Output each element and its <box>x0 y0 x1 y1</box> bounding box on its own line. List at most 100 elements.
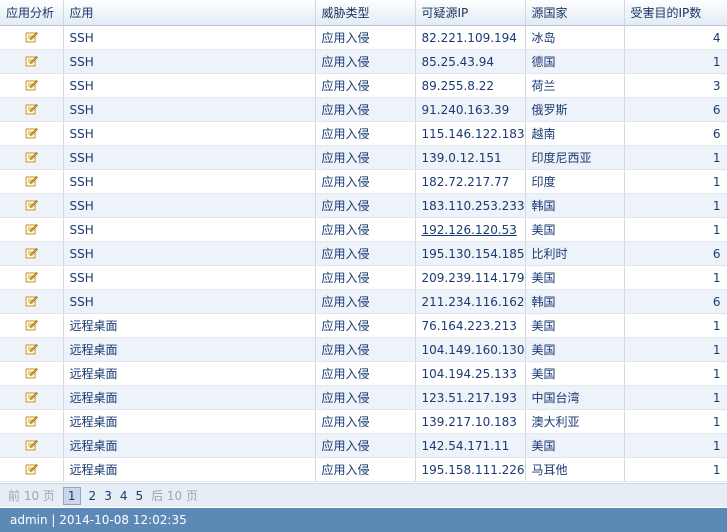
source-ip-text: 209.239.114.179 <box>421 270 525 285</box>
analysis-cell <box>0 241 64 266</box>
source-country-cell: 美国 <box>525 265 625 290</box>
source-country-cell: 美国 <box>525 313 625 338</box>
edit-analysis-icon[interactable] <box>25 318 38 334</box>
victim-count-cell: 4 <box>624 25 727 50</box>
edit-analysis-icon[interactable] <box>25 438 38 454</box>
page-5[interactable]: 5 <box>135 489 143 503</box>
table-row: SSH 应用入侵 183.110.253.233 韩国 1 <box>0 193 727 218</box>
edit-analysis-icon[interactable] <box>25 366 38 382</box>
source-ip-cell: 142.54.171.11 <box>415 433 526 458</box>
page-4[interactable]: 4 <box>120 489 128 503</box>
threat-type-cell: 应用入侵 <box>315 73 416 98</box>
threat-type-cell: 应用入侵 <box>315 361 416 386</box>
source-ip-cell: 82.221.109.194 <box>415 25 526 50</box>
col-header-source-ip[interactable]: 可疑源IP <box>415 0 526 26</box>
analysis-cell <box>0 265 64 290</box>
table-row: SSH 应用入侵 89.255.8.22 荷兰 3 <box>0 73 727 98</box>
source-ip-text: 142.54.171.11 <box>421 438 510 453</box>
col-header-victim-count[interactable]: 受害目的IP数 <box>624 0 727 26</box>
analysis-cell <box>0 289 64 314</box>
threat-type-cell: 应用入侵 <box>315 145 416 170</box>
edit-analysis-icon[interactable] <box>25 390 38 406</box>
table-header-row: 应用分析 应用 威胁类型 可疑源IP 源国家 受害目的IP数 <box>0 0 727 26</box>
victim-count-cell: 1 <box>624 169 727 194</box>
analysis-cell <box>0 73 64 98</box>
victim-count-cell: 1 <box>624 145 727 170</box>
victim-count-cell: 6 <box>624 241 727 266</box>
threat-type-cell: 应用入侵 <box>315 433 416 458</box>
status-text: admin | 2014-10-08 12:02:35 <box>10 513 187 527</box>
source-ip-link[interactable]: 192.126.120.53 <box>422 223 517 237</box>
threat-type-cell: 应用入侵 <box>315 121 416 146</box>
edit-analysis-icon[interactable] <box>25 150 38 166</box>
source-ip-text: 182.72.217.77 <box>421 174 510 189</box>
table-row: SSH 应用入侵 182.72.217.77 印度 1 <box>0 169 727 194</box>
edit-analysis-icon[interactable] <box>25 222 38 238</box>
source-country-cell: 马耳他 <box>525 457 625 482</box>
table-row: SSH 应用入侵 209.239.114.179 美国 1 <box>0 265 727 290</box>
edit-analysis-icon[interactable] <box>25 342 38 358</box>
source-country-cell: 德国 <box>525 49 625 74</box>
victim-count-cell: 1 <box>624 49 727 74</box>
app-cell: SSH <box>63 289 316 314</box>
edit-analysis-icon[interactable] <box>25 270 38 286</box>
app-cell: SSH <box>63 121 316 146</box>
victim-count-cell: 1 <box>624 193 727 218</box>
edit-analysis-icon[interactable] <box>25 54 38 70</box>
edit-analysis-icon[interactable] <box>25 174 38 190</box>
edit-analysis-icon[interactable] <box>25 78 38 94</box>
threat-type-cell: 应用入侵 <box>315 289 416 314</box>
app-cell: SSH <box>63 97 316 122</box>
victim-count-cell: 1 <box>624 433 727 458</box>
col-header-threat-type[interactable]: 威胁类型 <box>315 0 416 26</box>
app-cell: SSH <box>63 265 316 290</box>
pagination: 前 10 页 1 2 3 4 5 后 10 页 <box>0 483 727 507</box>
col-header-analysis[interactable]: 应用分析 <box>0 0 64 26</box>
source-country-cell: 荷兰 <box>525 73 625 98</box>
analysis-cell <box>0 169 64 194</box>
source-country-cell: 美国 <box>525 361 625 386</box>
source-ip-cell: 195.158.111.226 <box>415 457 526 482</box>
source-country-cell: 美国 <box>525 217 625 242</box>
edit-analysis-icon[interactable] <box>25 462 38 478</box>
page-2[interactable]: 2 <box>89 489 97 503</box>
victim-count-cell: 1 <box>624 409 727 434</box>
col-header-source-country[interactable]: 源国家 <box>525 0 625 26</box>
analysis-cell <box>0 385 64 410</box>
edit-analysis-icon[interactable] <box>25 30 38 46</box>
app-cell: SSH <box>63 25 316 50</box>
source-country-cell: 俄罗斯 <box>525 97 625 122</box>
table-row: 远程桌面 应用入侵 123.51.217.193 中国台湾 1 <box>0 385 727 410</box>
edit-analysis-icon[interactable] <box>25 198 38 214</box>
threat-type-cell: 应用入侵 <box>315 409 416 434</box>
col-header-app[interactable]: 应用 <box>63 0 316 26</box>
victim-count-cell: 6 <box>624 289 727 314</box>
source-country-cell: 澳大利亚 <box>525 409 625 434</box>
app-cell: SSH <box>63 73 316 98</box>
status-bar: admin | 2014-10-08 12:02:35 <box>0 508 727 532</box>
table-row: 远程桌面 应用入侵 104.149.160.130 美国 1 <box>0 337 727 362</box>
prev-10-pages: 前 10 页 <box>8 489 55 503</box>
app-cell: SSH <box>63 169 316 194</box>
victim-count-cell: 1 <box>624 337 727 362</box>
edit-analysis-icon[interactable] <box>25 102 38 118</box>
edit-analysis-icon[interactable] <box>25 246 38 262</box>
app-cell: 远程桌面 <box>63 361 316 386</box>
page-3[interactable]: 3 <box>104 489 112 503</box>
edit-analysis-icon[interactable] <box>25 126 38 142</box>
source-ip-text: 82.221.109.194 <box>421 30 517 45</box>
source-ip-text: 123.51.217.193 <box>421 390 517 405</box>
source-country-cell: 美国 <box>525 433 625 458</box>
table-row: SSH 应用入侵 192.126.120.53 美国 1 <box>0 217 727 242</box>
table-row: 远程桌面 应用入侵 142.54.171.11 美国 1 <box>0 433 727 458</box>
analysis-cell <box>0 97 64 122</box>
source-ip-cell: 104.194.25.133 <box>415 361 526 386</box>
source-ip-cell: 195.130.154.185 <box>415 241 526 266</box>
analysis-cell <box>0 361 64 386</box>
edit-analysis-icon[interactable] <box>25 414 38 430</box>
edit-analysis-icon[interactable] <box>25 294 38 310</box>
page-1[interactable]: 1 <box>62 486 81 505</box>
analysis-cell <box>0 25 64 50</box>
table-body: SSH 应用入侵 82.221.109.194 冰岛 4 SSH 应用入侵 85.25.43.… <box>0 25 727 482</box>
source-ip-cell: 139.0.12.151 <box>415 145 526 170</box>
